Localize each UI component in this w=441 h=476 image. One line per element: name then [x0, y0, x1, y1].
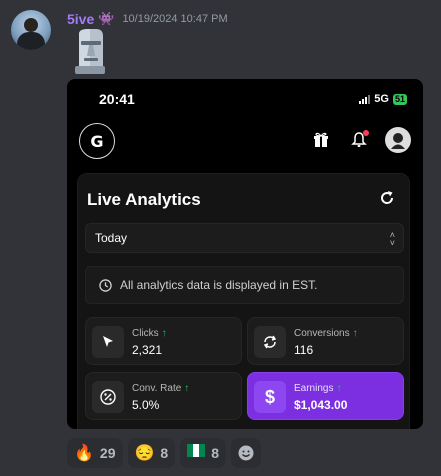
date-range-select[interactable]: Today ˄ ˅ [85, 223, 404, 253]
reaction-nigeria-flag[interactable]: 8 [180, 438, 227, 468]
dollar-icon: $ [254, 381, 286, 413]
info-text: All analytics data is displayed in EST. [120, 278, 318, 292]
reaction-fire[interactable]: 🔥 29 [67, 438, 123, 468]
user-avatar[interactable] [11, 10, 51, 50]
metric-earnings[interactable]: $ Earnings ↑ $1,043.00 [247, 372, 404, 420]
message-header: 5ive 👾 10/19/2024 10:47 PM [67, 11, 228, 27]
metric-conv-rate[interactable]: Conv. Rate ↑ 5.0% [85, 372, 242, 420]
reaction-count: 29 [99, 445, 116, 461]
status-bar-right: 5G 51 [359, 93, 407, 105]
refresh-icon [254, 326, 286, 358]
username[interactable]: 5ive [67, 11, 94, 27]
card-title: Live Analytics [87, 190, 201, 209]
smiley-icon [238, 445, 254, 461]
logo-letter: G [90, 131, 104, 151]
metric-value: 5.0% [132, 398, 160, 412]
metric-label: Earnings ↑ [294, 383, 342, 394]
metric-label: Conversions ↑ [294, 328, 358, 339]
moai-icon [75, 29, 105, 74]
header-actions [309, 127, 411, 153]
timezone-info: All analytics data is displayed in EST. [85, 266, 404, 304]
message-timestamp: 10/19/2024 10:47 PM [122, 13, 228, 25]
metric-label: Clicks ↑ [132, 328, 167, 339]
app-logo[interactable]: G [79, 123, 115, 159]
nigeria-flag-icon [187, 444, 206, 462]
network-label: 5G [374, 93, 389, 105]
bell-icon[interactable] [347, 128, 371, 152]
add-reaction-button[interactable] [231, 438, 262, 468]
clock-icon [99, 278, 112, 292]
fire-icon: 🔥 [74, 445, 94, 462]
chevron-updown-icon: ˄ ˅ [389, 230, 395, 248]
metric-value: 2,321 [132, 343, 163, 357]
reaction-count: 8 [160, 445, 169, 461]
metric-label: Conv. Rate ↑ [132, 383, 190, 394]
cursor-icon [92, 326, 124, 358]
percent-icon [92, 381, 124, 413]
reaction-pensive[interactable]: 😔 8 [127, 438, 176, 468]
username-emoji: 👾 [98, 11, 115, 27]
avatar-head [24, 18, 38, 32]
pensive-face-icon: 😔 [134, 445, 155, 462]
trend-up-icon: ↑ [352, 328, 358, 339]
reactions-bar: 🔥 29 😔 8 8 [67, 438, 262, 468]
signal-icon [359, 94, 371, 104]
trend-up-icon: ↑ [184, 383, 190, 394]
date-range-value: Today [95, 231, 128, 245]
metric-clicks[interactable]: Clicks ↑ 2,321 [85, 317, 242, 365]
avatar-body [17, 32, 45, 50]
metric-value: 116 [294, 343, 314, 357]
screenshot-attachment[interactable]: 20:41 5G 51 G Live Analytics Today ˄ ˅ A… [67, 79, 423, 429]
profile-avatar[interactable] [385, 127, 411, 153]
trend-up-icon: ↑ [161, 328, 167, 339]
battery-icon: 51 [392, 93, 407, 105]
refresh-icon[interactable] [377, 188, 397, 208]
status-time: 20:41 [99, 91, 135, 107]
gift-icon[interactable] [309, 128, 333, 152]
notification-dot [363, 130, 369, 136]
reaction-count: 8 [211, 445, 220, 461]
trend-up-icon: ↑ [336, 383, 342, 394]
metric-value: $1,043.00 [294, 398, 348, 412]
live-analytics-card: Live Analytics Today ˄ ˅ All analytics da… [77, 173, 410, 429]
metric-conversions[interactable]: Conversions ↑ 116 [247, 317, 404, 365]
